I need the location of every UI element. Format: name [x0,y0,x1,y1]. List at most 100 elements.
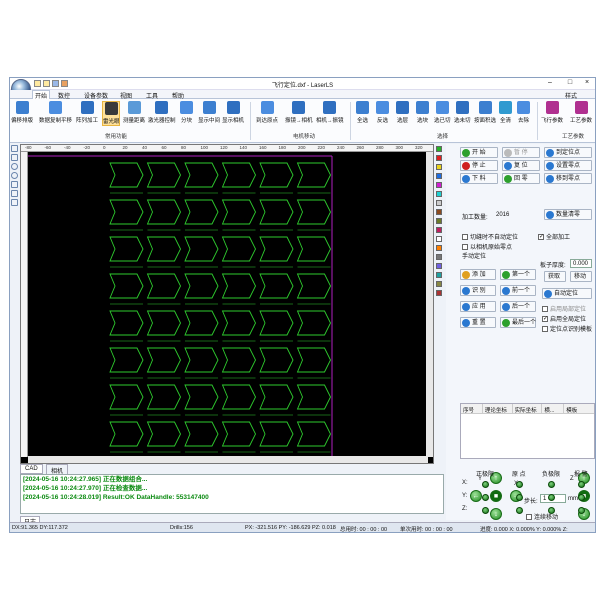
block-button[interactable]: 分块 [180,101,193,124]
part-outline[interactable] [184,347,219,373]
part-outline[interactable] [296,421,332,447]
process-all-checkbox[interactable]: ✓ 全部加工 [538,232,570,241]
add-point-button[interactable]: 添 加 [460,269,496,280]
offset-layout-button[interactable]: 偏移排版 [11,101,33,124]
part-outline[interactable] [221,347,257,373]
part-outline[interactable] [296,384,332,410]
show-center-button[interactable]: 显示中间 [198,101,220,124]
part-outline[interactable] [109,347,144,373]
copy-translate-button[interactable]: 数据复制平移 [39,101,72,124]
part-outline[interactable] [296,199,332,225]
laser-control-button[interactable]: 激光器控制 [148,101,176,124]
show-camera-button[interactable]: 显示相机 [222,101,244,124]
stop-button[interactable]: 停 止 [460,160,498,171]
galvo-to-camera-button[interactable]: 振镜→相机 [285,101,313,124]
arc-tool-icon[interactable] [11,172,18,179]
color-swatch[interactable] [436,191,442,197]
part-outline[interactable] [184,162,219,188]
recognize-button[interactable]: 识 别 [460,285,496,296]
part-outline[interactable] [146,199,182,225]
prev-point-button[interactable]: 前一个 [500,285,536,296]
part-outline[interactable] [146,273,182,299]
process-params-button[interactable]: 工艺参数 [570,101,592,124]
part-outline[interactable] [221,421,257,447]
part-outline[interactable] [109,310,144,336]
part-outline[interactable] [296,310,332,336]
array-process-button[interactable]: 阵列加工 [76,101,98,124]
color-swatch[interactable] [436,209,442,215]
horizontal-scrollbar[interactable] [28,456,428,463]
select-all-button[interactable]: 全选 [356,101,369,124]
camera-origin-checkbox[interactable]: 以相机原始零点 [462,242,512,251]
part-outline[interactable] [296,162,332,188]
board-thickness-input[interactable]: 0.000 [570,259,592,268]
global-locate-checkbox[interactable]: ✓ 启用全局定位 [542,314,586,323]
part-outline[interactable] [146,162,182,188]
last-point-button[interactable]: 最后一个 [500,317,536,328]
color-swatch[interactable] [436,146,442,152]
invert-select-button[interactable]: 反选 [376,101,389,124]
color-swatch[interactable] [436,236,442,242]
color-swatch[interactable] [436,245,442,251]
maximize-icon[interactable]: □ [565,79,575,86]
select-cut-button[interactable]: 选已切 [434,101,451,124]
part-outline[interactable] [259,347,294,373]
curve-tool-icon[interactable] [11,190,18,197]
move-to-zero-button[interactable]: 移到零点 [544,173,592,184]
part-outline[interactable] [184,421,219,447]
part-outline[interactable] [184,273,219,299]
part-outline[interactable] [259,310,294,336]
color-swatch[interactable] [436,290,442,296]
clear-all-button[interactable]: 全清 [499,101,512,124]
part-outline[interactable] [146,347,182,373]
part-outline[interactable] [109,162,144,188]
part-outline[interactable] [221,310,257,336]
part-outline[interactable] [221,199,257,225]
part-outline[interactable] [259,162,294,188]
part-outline[interactable] [146,236,182,262]
tab-start[interactable]: 开始 [32,90,51,100]
part-outline[interactable] [259,384,294,410]
part-outline[interactable] [184,199,219,225]
color-swatch[interactable] [436,254,442,260]
measure-distance-button[interactable]: 测量距离 [123,101,145,124]
part-outline[interactable] [184,236,219,262]
part-outline[interactable] [184,310,219,336]
part-outline[interactable] [259,273,294,299]
drawing-area[interactable] [28,152,428,457]
color-swatch[interactable] [436,263,442,269]
part-outline[interactable] [259,236,294,262]
part-outline[interactable] [109,384,144,410]
circle-tool-icon[interactable] [11,163,18,170]
close-icon[interactable]: × [582,79,592,86]
part-outline[interactable] [109,199,144,225]
select-layer-button[interactable]: 选层 [396,101,409,124]
tab-cad[interactable]: CAD [20,464,43,474]
move-button[interactable]: 移动 [570,271,592,282]
first-point-button[interactable]: 第一个 [500,269,536,280]
start-button[interactable]: 开 始 [460,147,498,158]
part-outline[interactable] [109,273,144,299]
select-uncut-button[interactable]: 选未切 [454,101,471,124]
part-outline[interactable] [109,236,144,262]
remove-button[interactable]: 去除 [517,101,530,124]
part-outline[interactable] [296,273,332,299]
text-tool-icon[interactable] [11,199,18,206]
polyline-tool-icon[interactable] [11,181,18,188]
select-block-button[interactable]: 选块 [416,101,429,124]
pause-button[interactable]: 暂 停 [502,147,540,158]
color-swatch[interactable] [436,155,442,161]
part-outline[interactable] [146,310,182,336]
color-swatch[interactable] [436,173,442,179]
go-locate-point-button[interactable]: 到定位点 [544,147,592,158]
part-outline[interactable] [259,199,294,225]
auto-locate-button[interactable]: 自动定位 [542,288,592,299]
color-swatch[interactable] [436,182,442,188]
part-outline[interactable] [109,421,144,447]
go-origin-button[interactable]: 到达原点 [256,101,278,124]
part-outline[interactable] [146,384,182,410]
part-outline[interactable] [221,236,257,262]
no-auto-locate-checkbox[interactable]: 切缝时不自动定位 [462,232,518,241]
part-outline[interactable] [296,236,332,262]
part-outline[interactable] [221,162,257,188]
